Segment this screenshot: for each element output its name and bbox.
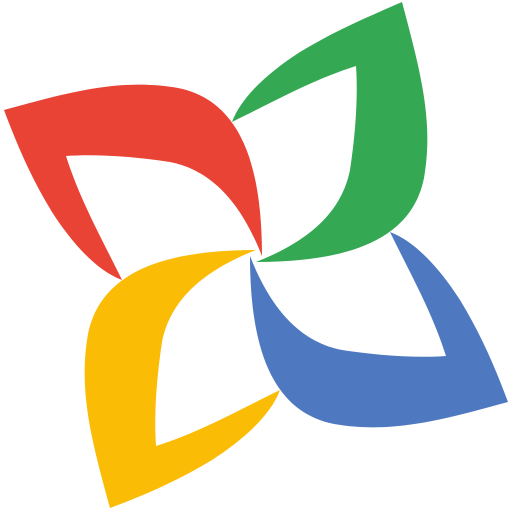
yellow-petal-shape <box>84 250 280 508</box>
logo-canvas <box>0 0 512 512</box>
blue-petal-shape <box>250 232 508 428</box>
pinwheel-logo-icon <box>4 2 508 508</box>
green-petal-shape <box>232 2 428 262</box>
red-petal-shape <box>4 84 262 280</box>
